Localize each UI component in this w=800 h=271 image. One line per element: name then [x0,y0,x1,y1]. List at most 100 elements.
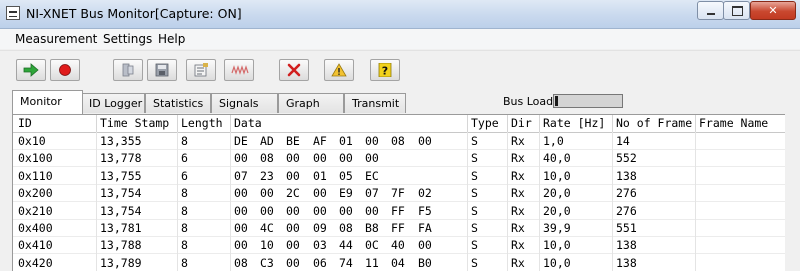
column-header-length[interactable]: Length [181,116,223,130]
menu-measurement[interactable]: Measurement [15,32,97,46]
title-bar[interactable]: NI-XNET Bus Monitor[Capture: ON] ✕ [0,0,800,29]
clear-button[interactable] [279,59,309,81]
column-header-frame-name[interactable]: Frame Name [699,116,768,130]
cell-length: 8 [181,255,188,270]
cell-data-byte: EC [365,168,379,183]
cell-data-byte: 44 [339,238,353,253]
column-header-rate[interactable]: Rate [Hz] [543,116,605,130]
maximize-button[interactable] [723,1,750,20]
filter-icon [122,63,134,77]
stop-icon [59,64,71,76]
cell-data-byte: 00 [313,151,327,166]
cell-length: 8 [181,186,188,201]
cell-data-byte: 00 [260,203,274,218]
warning-button[interactable] [324,59,354,81]
cell-length: 8 [181,134,188,148]
monitor-table[interactable]: ID Time Stamp Length Data Type Dir Rate [Hz] No… [12,114,785,271]
table-row[interactable]: 0x10 13,355 8 DE AD BE AF 01 00 08 00 S Rx 1,0 14 [13,133,785,150]
cell-data-byte: 00 [234,203,248,218]
cell-type: S [471,186,478,201]
column-header-time-stamp[interactable]: Time Stamp [100,116,169,130]
cell-data-byte: AF [313,134,327,148]
tab-statistics[interactable]: Statistics [145,93,211,113]
table-row[interactable]: 0x200 13,754 8 00 00 2C 00 E9 07 7F 02 S Rx 20,0 276 [13,185,785,203]
signal-wave-icon [231,65,249,75]
cell-frame-count: 138 [616,238,637,253]
close-button[interactable]: ✕ [750,1,796,20]
cell-data-byte: B0 [418,255,432,270]
column-separator[interactable] [695,115,696,132]
menu-help[interactable]: Help [158,32,185,46]
properties-icon [194,63,208,77]
cell-data-byte: F5 [418,203,432,218]
help-button[interactable]: ? [370,59,400,81]
cell-id: 0x100 [18,151,53,166]
column-gridline [177,132,178,271]
column-gridline [695,132,696,271]
cell-data-byte: AD [260,134,274,148]
tab-strip: Monitor ID Logger Statistics Signals Gra… [0,90,800,114]
column-gridline [539,132,540,271]
cell-data-byte: 00 [339,151,353,166]
cell-dir: Rx [511,134,525,148]
cell-data-byte: 03 [313,238,327,253]
cell-data-byte: 01 [313,168,327,183]
column-separator[interactable] [230,115,231,132]
cell-data-byte: 00 [286,238,300,253]
cell-rate: 10,0 [543,238,571,253]
signal-button[interactable] [224,59,254,81]
cell-dir: Rx [511,221,525,235]
table-row[interactable]: 0x110 13,755 6 07 23 00 01 05 EC S Rx 10,0 138 [13,168,785,185]
column-gridline [507,132,508,271]
cell-time-stamp: 13,778 [100,151,142,166]
cell-data-byte: 00 [286,151,300,166]
column-separator[interactable] [539,115,540,132]
column-header-frame-count[interactable]: No of Frame [616,116,692,130]
menu-bar: Measurement Settings Help [0,29,800,49]
cell-data-byte: DE [234,134,248,148]
filter-button[interactable] [113,59,143,81]
column-separator[interactable] [96,115,97,132]
stop-button[interactable] [50,59,80,81]
column-separator[interactable] [177,115,178,132]
cell-id: 0x10 [18,134,46,148]
table-row[interactable]: 0x420 13,789 8 08 C3 00 06 74 11 04 B0 S Rx 10,0 138 [13,255,785,271]
minimize-button[interactable] [697,1,724,20]
column-separator[interactable] [612,115,613,132]
tab-id-logger[interactable]: ID Logger [81,93,145,113]
app-icon [6,6,20,20]
cell-length: 8 [181,203,188,218]
start-button[interactable] [16,59,46,81]
tab-graph[interactable]: Graph [278,93,344,113]
bus-monitor-window: NI-XNET Bus Monitor[Capture: ON] ✕ Measu… [0,0,800,271]
table-row[interactable]: 0x400 13,781 8 00 4C 00 09 08 B8 FF FA S Rx 39,9 551 [13,220,785,237]
tab-transmit[interactable]: Transmit [344,93,406,113]
cell-frame-count: 551 [616,221,637,235]
cell-data-byte: 00 [234,238,248,253]
cell-data-byte: 7F [391,186,405,201]
cell-rate: 40,0 [543,151,571,166]
column-separator[interactable] [507,115,508,132]
column-header-type[interactable]: Type [471,116,499,130]
cell-frame-count: 276 [616,203,637,218]
bus-load-meter [553,94,623,108]
clear-x-icon [287,63,301,77]
column-header-dir[interactable]: Dir [511,116,532,130]
cell-data-byte: 2C [286,186,300,201]
column-separator[interactable] [467,115,468,132]
table-row[interactable]: 0x210 13,754 8 00 00 00 00 00 00 FF F5 S Rx 20,0 276 [13,203,785,220]
cell-id: 0x110 [18,168,53,183]
cell-id: 0x200 [18,186,53,201]
tab-signals[interactable]: Signals [211,93,278,113]
menu-settings[interactable]: Settings [103,32,152,46]
table-row[interactable]: 0x410 13,788 8 00 10 00 03 44 0C 40 00 S Rx 10,0 138 [13,237,785,255]
save-button[interactable] [147,59,177,81]
properties-button[interactable] [186,59,216,81]
cell-data-byte: 06 [313,255,327,270]
cell-data-byte: 00 [286,221,300,235]
cell-data-byte: 00 [286,255,300,270]
tab-monitor[interactable]: Monitor [12,90,83,114]
column-header-id[interactable]: ID [18,116,32,130]
column-header-data[interactable]: Data [234,116,262,130]
table-row[interactable]: 0x100 13,778 6 00 08 00 00 00 00 S Rx 40,0 552 [13,150,785,168]
